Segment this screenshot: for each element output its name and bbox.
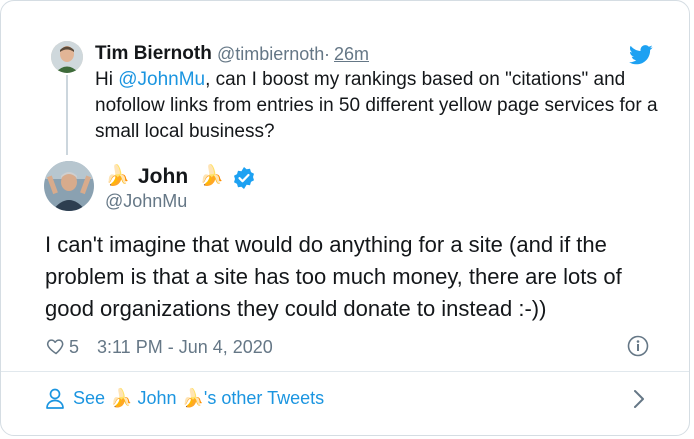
reply-time-ago[interactable]: 26m [334,44,369,65]
tweet-author-handle[interactable]: @JohnMu [105,191,187,212]
cta-banana-left: 🍌 [110,388,133,408]
tweet-text: I can't imagine that would do anything f… [45,232,622,321]
cta-suffix: 's other Tweets [203,388,325,408]
embedded-tweet-card: Tim Biernoth @timbiernoth · 26m Hi @John… [0,0,690,436]
thread-connector-line [66,75,68,155]
reply-tweet-text: Hi @JohnMu, can I boost my rankings base… [95,67,665,145]
mention-link[interactable]: @JohnMu [118,69,205,90]
see-other-tweets-link[interactable]: See 🍌 John 🍌's other Tweets [1,371,689,427]
like-count: 5 [69,337,80,357]
reply-separator: · [324,44,330,64]
cta-name: John [132,388,182,408]
tim-biernoth-avatar[interactable] [51,41,83,73]
tweet-author-name[interactable]: John [138,165,188,189]
info-icon[interactable] [627,335,649,362]
heart-icon[interactable] [46,336,66,361]
tweet-timestamp[interactable]: 3:11 PM - Jun 4, 2020 [97,337,273,358]
reply-text-before: Hi [95,69,119,90]
user-icon [45,388,65,415]
banana-emoji-left: 🍌 [105,165,130,187]
banana-emoji-right: 🍌 [199,165,224,187]
cta-text: See 🍌 John 🍌's other Tweets [73,388,324,409]
reply-author-name[interactable]: Tim Biernoth [95,43,212,65]
verified-badge-icon [233,167,255,194]
cta-prefix: See [73,388,111,408]
cta-banana-right: 🍌 [181,388,204,408]
john-avatar[interactable] [44,161,94,211]
chevron-right-icon [633,389,645,414]
reply-author-handle[interactable]: @timbiernoth [217,44,324,65]
